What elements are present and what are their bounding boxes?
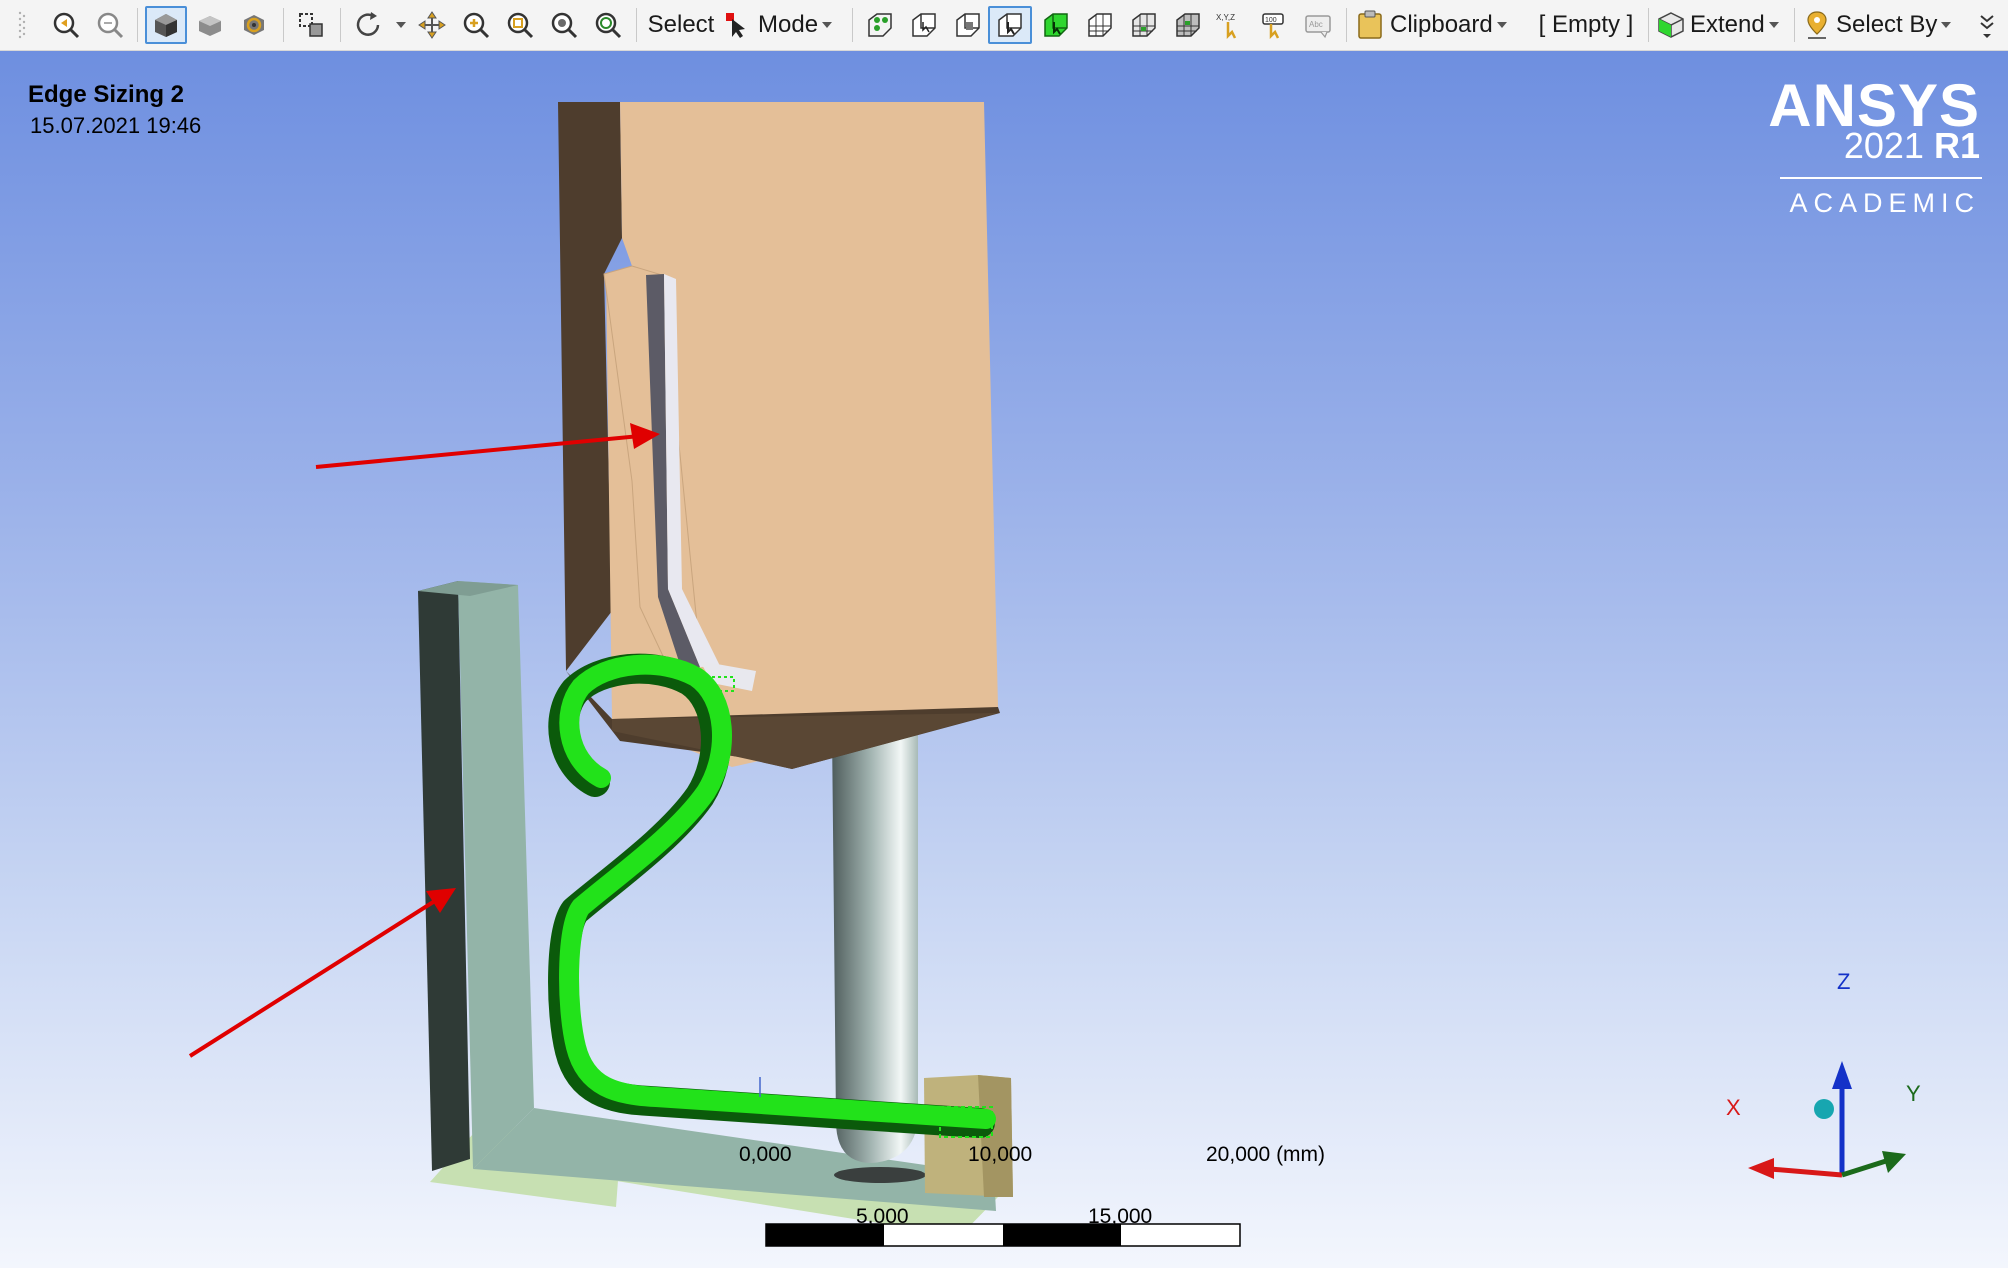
- zoom-icon[interactable]: [456, 6, 496, 44]
- zoom-previous-icon[interactable]: [46, 6, 86, 44]
- chevron-down-icon: [1496, 22, 1507, 28]
- extend-dropdown[interactable]: Extend: [1656, 6, 1786, 44]
- toolbar-overflow-icon[interactable]: [1972, 6, 2002, 44]
- viewport-timestamp: 15.07.2021 19:46: [30, 113, 202, 138]
- shaded-view-icon[interactable]: [190, 6, 230, 44]
- model-scene[interactable]: [0, 51, 2008, 1268]
- scale-label-20: 20,000 (mm): [1206, 1143, 1326, 1166]
- svg-text:Abc: Abc: [1309, 20, 1323, 29]
- rotate-dropdown-icon[interactable]: [390, 6, 408, 44]
- triad-x-label: X: [1726, 1095, 1741, 1120]
- green-body-select-icon[interactable]: [1036, 6, 1076, 44]
- scale-label-10: 10,000: [968, 1143, 1033, 1166]
- pan-icon[interactable]: [412, 6, 452, 44]
- toolbar-grip[interactable]: [16, 6, 28, 44]
- select-by-label: Select By: [1836, 11, 1938, 38]
- label-icon[interactable]: 100: [1254, 6, 1294, 44]
- edge-select-icon[interactable]: [904, 6, 944, 44]
- clipboard-label: Clipboard: [1390, 11, 1493, 38]
- chevron-down-icon: [1941, 22, 1952, 28]
- box-select-icon[interactable]: [291, 6, 331, 44]
- ansys-edition: ACADEMIC: [1789, 188, 1980, 218]
- select-label[interactable]: Select: [646, 6, 716, 44]
- logo-divider: [1780, 177, 1982, 179]
- box-zoom-icon[interactable]: [500, 6, 540, 44]
- magnifier-icon[interactable]: [588, 6, 628, 44]
- mode-label: Mode: [758, 11, 819, 38]
- version-number: 2021: [1843, 125, 1924, 166]
- release-label: R1: [1933, 125, 1980, 166]
- triad-z-label: Z: [1837, 969, 1851, 994]
- chevron-down-icon: [822, 22, 833, 28]
- zoom-next-icon[interactable]: [90, 6, 130, 44]
- viewport-title: Edge Sizing 2: [28, 81, 185, 108]
- scale-label-0: 0,000: [739, 1143, 792, 1166]
- element-select-icon[interactable]: [1124, 6, 1164, 44]
- scale-bar: [765, 1223, 1241, 1247]
- clipboard-icon: [1358, 10, 1382, 39]
- svg-text:100: 100: [1265, 17, 1277, 24]
- select-by-dropdown[interactable]: Select By: [1804, 6, 1956, 44]
- scale-label-15: 15,000: [1088, 1205, 1153, 1228]
- coordinate-icon[interactable]: X,Y,Z: [1210, 6, 1250, 44]
- ansys-version: 2021 R1: [1844, 125, 1980, 167]
- extend-label: Extend: [1690, 11, 1765, 38]
- clipboard-dropdown[interactable]: Clipboard: [1356, 6, 1514, 44]
- annotation-icon[interactable]: Abc: [1298, 6, 1338, 44]
- graphics-toolbar: Select Mode X,Y,Z 100 Abc Clipboard [Em…: [0, 0, 2008, 51]
- body-select-icon[interactable]: [988, 6, 1032, 44]
- extend-icon: [1658, 12, 1684, 38]
- chevron-down-icon: [1768, 22, 1779, 28]
- rotate-icon[interactable]: [348, 6, 388, 44]
- annotation-arrow-lower: [188, 888, 456, 1058]
- triad-y-label: Y: [1906, 1081, 1921, 1106]
- look-at-icon[interactable]: [234, 6, 274, 44]
- graphics-viewport[interactable]: Edge Sizing 2 15.07.2021 19:46 ANSYS 202…: [0, 51, 2008, 1268]
- isometric-view-icon[interactable]: [145, 6, 187, 44]
- clipboard-contents: [ Empty ]: [1538, 11, 1634, 38]
- element-face-select-icon[interactable]: [1168, 6, 1208, 44]
- location-pin-icon: [1807, 11, 1827, 39]
- zoom-to-fit-icon[interactable]: [544, 6, 584, 44]
- mode-dropdown[interactable]: Mode: [724, 6, 844, 44]
- node-select-icon[interactable]: [1080, 6, 1120, 44]
- face-select-icon[interactable]: [948, 6, 988, 44]
- scale-label-5: 5,000: [856, 1205, 909, 1228]
- vertex-select-icon[interactable]: [860, 6, 900, 44]
- svg-text:X,Y,Z: X,Y,Z: [1216, 13, 1235, 22]
- axis-triad[interactable]: [1748, 1061, 1906, 1179]
- select-mode-icon: [726, 13, 745, 38]
